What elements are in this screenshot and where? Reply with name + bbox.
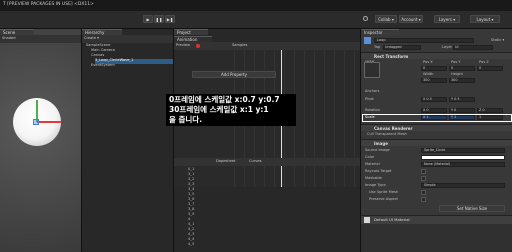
default-material-header[interactable]: Default UI Material	[361, 215, 512, 224]
maskable-checkbox[interactable]	[421, 176, 426, 181]
pivot-y-field[interactable]: Y 0.5	[449, 97, 475, 102]
tab-project[interactable]: Project	[174, 29, 208, 35]
window-title-bar: T [PREVIEW PACKAGES IN USE] <DX11>	[0, 0, 512, 11]
step-button[interactable]: ▶❚	[165, 15, 175, 23]
pos-z-label: Pos Z	[479, 60, 489, 64]
image-type-dropdown[interactable]: Simple	[421, 183, 505, 188]
scale-x-field[interactable]: X 1	[421, 115, 447, 120]
anchor-preset-button[interactable]	[364, 62, 380, 78]
image-component-header[interactable]: Image	[361, 139, 512, 146]
gizmo-center-handle[interactable]	[33, 119, 39, 125]
record-icon[interactable]	[196, 44, 200, 48]
scene-toolbar: Shaded	[0, 35, 81, 43]
collab-button[interactable]: Collab ▾	[375, 15, 397, 23]
main-toolbar: ▶ ❚❚ ▶❚ Collab ▾ Account ▾ Layers ▾ Layo…	[0, 11, 512, 29]
pivot-x-field[interactable]: X 0.5	[421, 97, 447, 102]
hierarchy-item-eventsystem[interactable]: EventSystem	[91, 63, 115, 69]
preserve-aspect-checkbox[interactable]	[421, 197, 426, 202]
maskable-label: Maskable	[365, 176, 382, 180]
material-label: Material	[365, 162, 380, 166]
pos-y-label: Pos Y	[451, 60, 461, 64]
rotation-x-field[interactable]: X 0	[421, 108, 447, 113]
annotation-overlay: 0프레임에 스케일값 x:0.7 y:0.7 30프레임에 스케일값 x:1 y…	[166, 94, 296, 126]
hierarchy-toolbar: Create ▾	[82, 35, 174, 43]
rotation-z-field[interactable]: Z 0	[477, 108, 503, 113]
static-dropdown[interactable]: Static ▾	[491, 38, 504, 43]
scale-y-field[interactable]: Y 1	[449, 115, 475, 120]
curves-tab[interactable]: Curves	[249, 159, 261, 164]
layout-dropdown[interactable]: Layout ▾	[470, 15, 500, 23]
add-property-button[interactable]: Add Property	[192, 71, 276, 78]
shading-dropdown[interactable]: Shaded	[2, 36, 16, 41]
anchors-foldout[interactable]: Anchors	[365, 89, 380, 94]
scale-z-field[interactable]: 1	[477, 115, 503, 120]
height-field[interactable]: 300	[449, 78, 475, 83]
canvas-renderer-header[interactable]: Canvas Renderer	[361, 124, 512, 131]
use-sprite-mesh-checkbox[interactable]	[421, 190, 426, 195]
color-swatch[interactable]	[421, 155, 505, 160]
annotation-line-1: 0프레임에 스케일값 x:0.7 y:0.7	[169, 95, 280, 104]
width-field[interactable]: 300	[421, 78, 447, 83]
cull-transparent-mesh-label: Cull Transparent Mesh	[367, 132, 407, 136]
account-dropdown[interactable]: Account ▾	[399, 15, 423, 23]
anchor-center-label: center	[365, 59, 375, 63]
scale-label: Scale	[365, 115, 375, 119]
scene-viewport[interactable]	[0, 43, 81, 252]
dopesheet-tab[interactable]: Dopesheet	[216, 159, 235, 164]
tab-inspector[interactable]: Inspector	[361, 29, 399, 35]
gizmo-x-axis[interactable]	[37, 121, 61, 123]
width-label: Width	[423, 72, 434, 76]
window-title: T [PREVIEW PACKAGES IN USE] <DX11>	[3, 2, 94, 7]
rotation-label: Rotation	[365, 108, 381, 112]
list-item[interactable]: 4_5	[188, 242, 248, 248]
pos-x-field[interactable]: 0	[421, 66, 447, 71]
gameobject-icon	[364, 37, 371, 44]
material-icon	[364, 217, 370, 223]
rect-transform-header[interactable]: Rect Transform	[361, 52, 512, 59]
pivot-label: Pivot	[365, 97, 374, 101]
rotation-y-field[interactable]: Y 0	[449, 108, 475, 113]
project-folder-list: 0_1 3_1 3_2 3_3 3_4 3_5 3_6 3_7 3_8 3_9 …	[188, 167, 248, 252]
gameobject-name-field[interactable]: Loop	[374, 38, 474, 43]
inspector-panel: Inspector Loop Static ▾ Tag Untagged Lay…	[360, 29, 512, 252]
annotation-line-2: 30프레임에 스케일값 x:1 y:1	[169, 105, 269, 114]
set-native-size-button[interactable]: Set Native Size	[439, 205, 505, 212]
animation-bottom-bar: Dopesheet Curves	[174, 158, 361, 166]
raycast-target-label: Raycast Target	[365, 169, 392, 173]
material-field[interactable]: None (Material)	[421, 162, 505, 167]
hierarchy-panel: Hierarchy Create ▾ SampleScene Main Came…	[81, 29, 174, 252]
raycast-target-checkbox[interactable]	[421, 169, 426, 174]
create-dropdown[interactable]: Create ▾	[84, 36, 99, 41]
samples-label: Samples	[232, 43, 248, 47]
tag-dropdown[interactable]: Untagged	[383, 45, 421, 50]
scene-panel: Scene Shaded	[0, 29, 81, 252]
source-image-label: Source Image	[365, 148, 390, 152]
material-preview-area	[361, 224, 512, 252]
annotation-line-3: 을 줍니다.	[169, 115, 203, 124]
pause-button[interactable]: ❚❚	[154, 15, 164, 23]
animation-toolbar: Preview Samples	[174, 42, 361, 50]
image-type-label: Image Type	[365, 183, 386, 187]
cloud-icon[interactable]	[363, 16, 368, 21]
layer-label: Layer	[442, 45, 453, 49]
height-label: Height	[451, 72, 463, 76]
preview-toggle[interactable]: Preview	[176, 43, 190, 48]
play-button[interactable]: ▶	[143, 15, 153, 23]
project-panel: Project Animation Preview Samples 3_Loop…	[173, 29, 361, 252]
pos-y-field[interactable]: 0	[449, 66, 475, 71]
layer-dropdown[interactable]: UI	[453, 45, 493, 50]
source-image-field[interactable]: Sprite_Circle	[421, 148, 505, 153]
color-label: Color	[365, 155, 375, 159]
pos-z-field[interactable]: 0	[477, 66, 503, 71]
use-sprite-mesh-label: Use Sprite Mesh	[369, 190, 399, 194]
pos-x-label: Pos X	[423, 60, 433, 64]
tag-label: Tag	[374, 45, 381, 49]
layers-dropdown[interactable]: Layers ▾	[434, 15, 460, 23]
preserve-aspect-label: Preserve Aspect	[369, 197, 398, 201]
